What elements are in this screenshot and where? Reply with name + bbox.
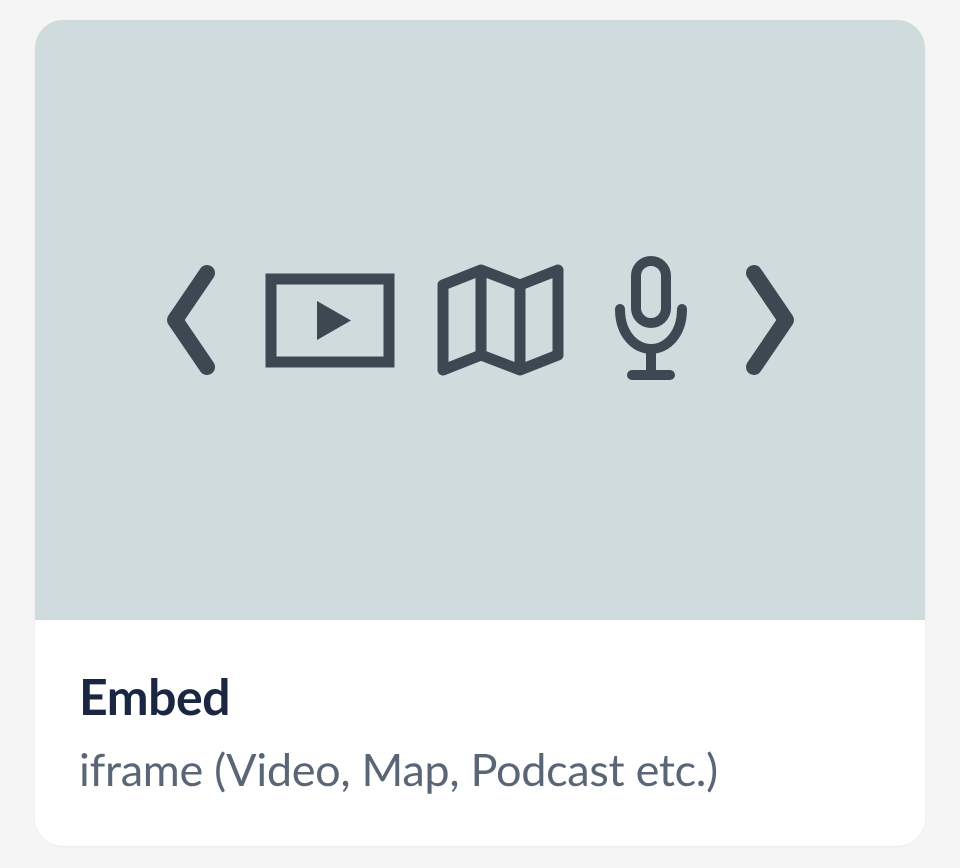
card-label-area: Embed iframe (Video, Map, Podcast etc.) xyxy=(35,620,925,846)
icon-row xyxy=(157,255,804,385)
embed-card[interactable]: Embed iframe (Video, Map, Podcast etc.) xyxy=(35,20,925,846)
card-title: Embed xyxy=(79,666,881,726)
map-icon xyxy=(433,260,568,380)
card-preview-area xyxy=(35,20,925,620)
chevron-left-icon xyxy=(157,255,227,385)
microphone-icon xyxy=(606,255,696,385)
chevron-right-icon xyxy=(734,255,804,385)
card-subtitle: iframe (Video, Map, Podcast etc.) xyxy=(79,742,881,796)
video-play-icon xyxy=(265,273,395,368)
